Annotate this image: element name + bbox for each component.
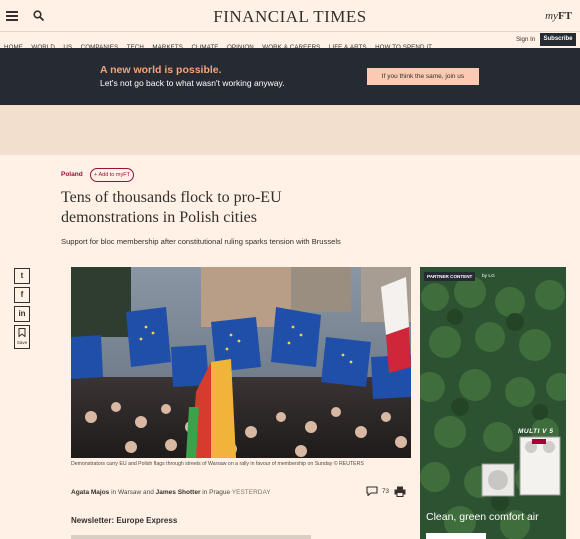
article-main-image [71, 267, 411, 458]
ad-cta-button[interactable] [426, 533, 486, 539]
facebook-icon: f [20, 290, 24, 299]
author-link[interactable]: James Shotter [156, 489, 201, 496]
masthead: FINANCIAL TIMES myFT [0, 0, 580, 32]
bookmark-icon [18, 328, 26, 337]
share-bar: t f in Save [14, 268, 30, 352]
ad-copy: Clean, green comfort air [426, 511, 539, 523]
banner-headline: A new world is possible. [100, 64, 222, 76]
linkedin-share-button[interactable]: in [14, 306, 30, 322]
rally-photo [71, 267, 411, 458]
publish-timestamp: YESTERDAY [231, 489, 271, 496]
add-to-myft-button[interactable]: + Add to myFT [90, 168, 134, 182]
partner-ad[interactable]: PARTNER CONTENT by LG MULTI V 5 Clean, g… [420, 267, 566, 539]
promo-banner: A new world is possible. Let's not go ba… [0, 48, 580, 105]
twitter-share-button[interactable]: t [14, 268, 30, 284]
article-standfirst: Support for bloc membership after consti… [61, 237, 341, 246]
banner-cta-button[interactable]: If you think the same, join us [367, 68, 479, 85]
comment-count[interactable]: 73 [382, 488, 389, 495]
forest-image [420, 267, 566, 539]
byline: Agata Majos in Warsaw and James Shotter … [71, 489, 271, 496]
save-label: Save [16, 340, 28, 345]
byline-text: in Prague [200, 489, 232, 496]
ad-placeholder-band [0, 105, 580, 155]
image-caption: Demonstrators carry EU and Polish flags … [71, 461, 364, 467]
banner-subline: Let's not go back to what wasn't working… [100, 78, 285, 88]
subscribe-button[interactable]: Subscribe [540, 33, 576, 46]
myft-suffix: FT [557, 10, 572, 22]
myft-prefix: my [545, 10, 558, 22]
author-link[interactable]: Agata Majos [71, 489, 109, 496]
linkedin-icon: in [18, 309, 26, 318]
ad-sponsor: by LG [482, 274, 495, 279]
print-icon[interactable] [394, 486, 406, 497]
newsletter-description-text [71, 532, 321, 539]
twitter-icon: t [20, 271, 24, 280]
myft-link[interactable]: myFT [545, 10, 572, 22]
section-link[interactable]: Poland [61, 171, 83, 178]
partner-content-tag: PARTNER CONTENT [424, 272, 476, 281]
main-nav: HOME WORLD US COMPANIES TECH MARKETS CLI… [0, 32, 580, 51]
facebook-share-button[interactable]: f [14, 287, 30, 303]
save-button[interactable]: Save [14, 325, 30, 349]
newsletter-title: Newsletter: Europe Express [71, 516, 178, 525]
ad-product-brand: MULTI V 5 [518, 428, 554, 435]
byline-text: in Warsaw and [109, 489, 156, 496]
sign-in-link[interactable]: Sign In [516, 36, 535, 43]
comments-icon[interactable] [366, 486, 378, 496]
ft-logo[interactable]: FINANCIAL TIMES [0, 7, 580, 27]
article-headline: Tens of thousands flock to pro-EU demons… [61, 189, 282, 226]
